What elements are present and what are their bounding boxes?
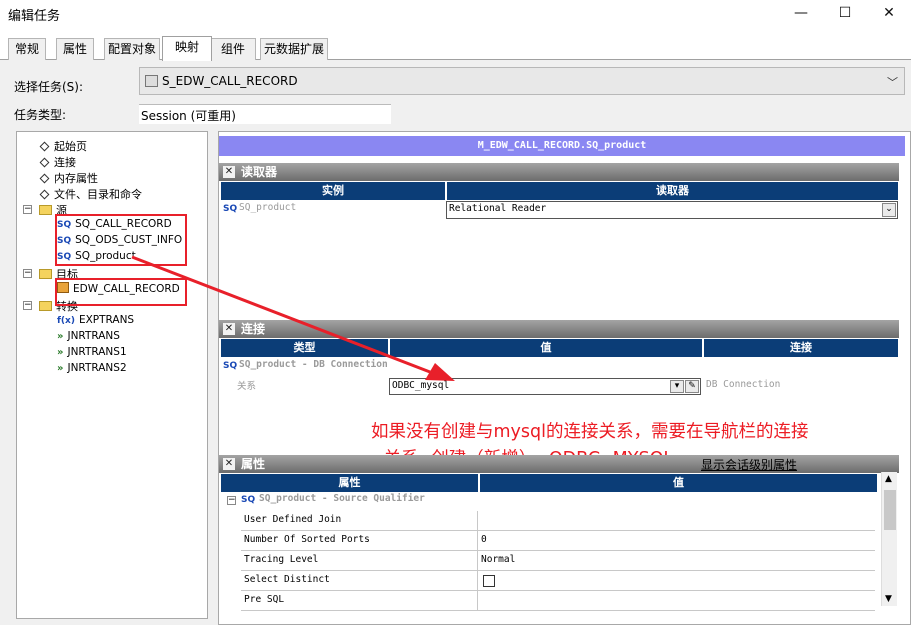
arrow-line: [131, 255, 431, 374]
annotation-arrow: [131, 255, 455, 381]
